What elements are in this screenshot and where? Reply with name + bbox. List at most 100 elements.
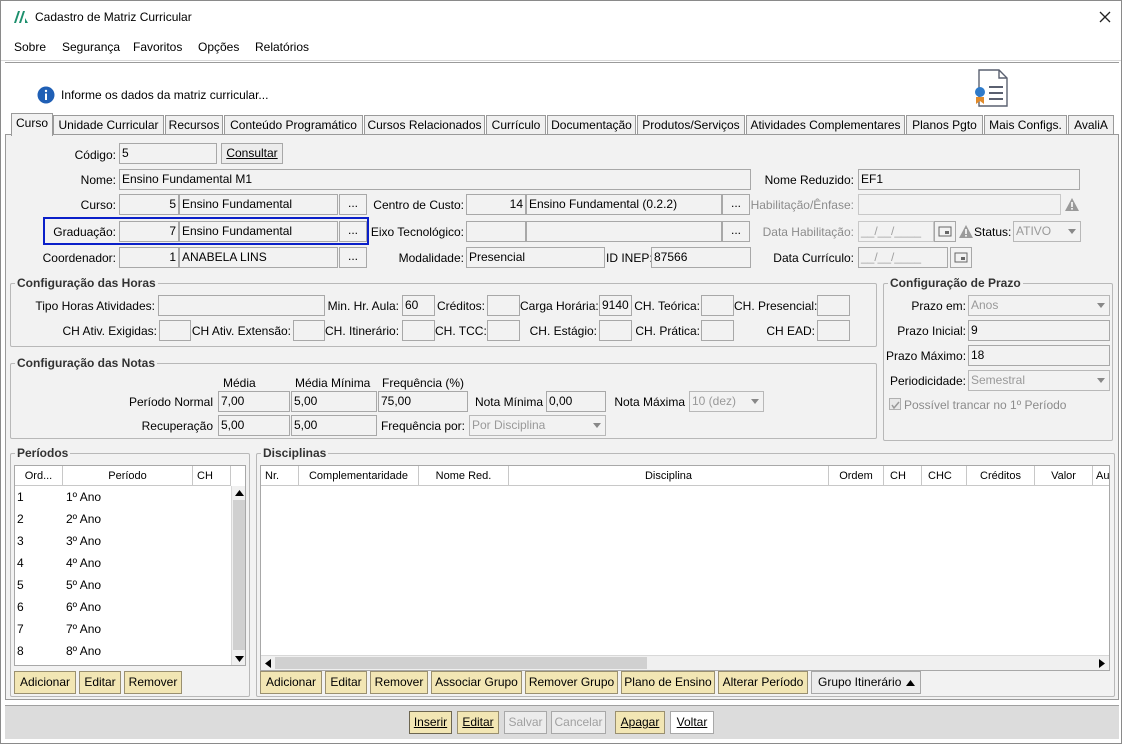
disciplinas-header-creditos[interactable]: Créditos bbox=[967, 466, 1035, 486]
disciplinas-adicionar-button[interactable]: Adicionar bbox=[260, 671, 322, 694]
scroll-right-icon[interactable] bbox=[1099, 659, 1105, 668]
prazo-em-select[interactable]: Anos bbox=[968, 295, 1110, 316]
periodos-header-periodo[interactable]: Período bbox=[63, 466, 193, 486]
plano-de-ensino-button[interactable]: Plano de Ensino bbox=[621, 671, 715, 694]
coordenador-lookup-button[interactable]: ... bbox=[339, 247, 367, 268]
menu-favoritos[interactable]: Favoritos bbox=[133, 40, 182, 54]
periodos-adicionar-button[interactable]: Adicionar bbox=[14, 671, 76, 694]
disciplinas-header-nome-red[interactable]: Nome Red. bbox=[419, 466, 509, 486]
tab-atividades-complementares[interactable]: Atividades Complementares bbox=[746, 115, 905, 135]
calendar-icon[interactable] bbox=[934, 221, 956, 242]
carga-horaria-field[interactable]: 9140 bbox=[599, 295, 632, 316]
table-row[interactable]: 1 1º Ano bbox=[15, 486, 231, 508]
menu-seguranca[interactable]: Segurança bbox=[62, 40, 120, 54]
periodos-header-ordem[interactable]: Ord... bbox=[15, 466, 63, 486]
ch-estagio-field[interactable] bbox=[599, 320, 632, 341]
remover-grupo-button[interactable]: Remover Grupo bbox=[525, 671, 618, 694]
pn-media-minima-field[interactable]: 5,00 bbox=[291, 391, 377, 412]
tab-planos-pgto[interactable]: Planos Pgto bbox=[906, 115, 983, 135]
prazo-inicial-field[interactable]: 9 bbox=[968, 320, 1110, 341]
rec-media-field[interactable]: 5,00 bbox=[218, 415, 290, 436]
disciplinas-scroll-thumb[interactable] bbox=[275, 657, 647, 669]
rec-media-minima-field[interactable]: 5,00 bbox=[291, 415, 377, 436]
tab-conteudo-programatico[interactable]: Conteúdo Programático bbox=[224, 115, 363, 135]
pn-media-field[interactable]: 7,00 bbox=[218, 391, 290, 412]
tab-curso[interactable]: Curso bbox=[11, 113, 53, 136]
disciplinas-editar-button[interactable]: Editar bbox=[325, 671, 367, 694]
creditos-field[interactable] bbox=[487, 295, 520, 316]
ch-ativ-exigidas-field[interactable] bbox=[159, 320, 191, 341]
scroll-down-icon[interactable] bbox=[235, 656, 244, 662]
codigo-field[interactable]: 5 bbox=[119, 143, 217, 164]
graduacao-id-field[interactable]: 7 bbox=[119, 221, 179, 242]
habilitacao-field[interactable] bbox=[858, 194, 1061, 215]
trancar-checkbox[interactable] bbox=[889, 398, 901, 410]
tab-curriculo[interactable]: Currículo bbox=[486, 115, 546, 135]
periodicidade-select[interactable]: Semestral bbox=[968, 370, 1110, 391]
prazo-maximo-field[interactable]: 18 bbox=[968, 345, 1110, 366]
table-row[interactable]: 5 5º Ano bbox=[15, 574, 231, 596]
disciplinas-hscrollbar[interactable] bbox=[261, 655, 1109, 670]
tab-recursos[interactable]: Recursos bbox=[165, 115, 223, 135]
cancelar-button[interactable]: Cancelar bbox=[551, 711, 606, 734]
consultar-button[interactable]: Consultar bbox=[221, 143, 283, 164]
tab-avalia[interactable]: AvaliA bbox=[1068, 115, 1114, 135]
close-icon[interactable] bbox=[1099, 11, 1111, 23]
inep-field[interactable]: 87566 bbox=[651, 247, 751, 268]
tab-produtos-servicos[interactable]: Produtos/Serviços bbox=[637, 115, 745, 135]
nome-reduzido-field[interactable]: EF1 bbox=[858, 169, 1080, 190]
frequencia-por-select[interactable]: Por Disciplina bbox=[469, 415, 606, 436]
scroll-up-icon[interactable] bbox=[235, 490, 244, 496]
calendar-icon[interactable] bbox=[950, 247, 972, 268]
ch-presencial-field[interactable] bbox=[817, 295, 850, 316]
data-habilitacao-field[interactable]: __/__/____ bbox=[858, 221, 934, 242]
alterar-periodo-button[interactable]: Alterar Período bbox=[718, 671, 808, 694]
grupo-itinerario-button[interactable]: Grupo Itinerário bbox=[811, 671, 921, 694]
table-row[interactable]: 7 7º Ano bbox=[15, 618, 231, 640]
disciplinas-header-ch[interactable]: CH bbox=[884, 466, 922, 486]
ch-itinerario-field[interactable] bbox=[402, 320, 435, 341]
graduacao-lookup-button[interactable]: ... bbox=[339, 221, 367, 242]
disciplinas-header-chc[interactable]: CHC bbox=[922, 466, 967, 486]
nota-minima-field[interactable]: 0,00 bbox=[546, 391, 606, 412]
table-row[interactable]: 4 4º Ano bbox=[15, 552, 231, 574]
nome-field[interactable]: Ensino Fundamental M1 bbox=[119, 169, 751, 190]
curso-id-field[interactable]: 5 bbox=[119, 194, 179, 215]
menu-opcoes[interactable]: Opções bbox=[198, 40, 239, 54]
ch-ead-field[interactable] bbox=[817, 320, 850, 341]
salvar-button[interactable]: Salvar bbox=[504, 711, 547, 734]
editar-button[interactable]: Editar bbox=[457, 711, 499, 734]
curso-lookup-button[interactable]: ... bbox=[339, 194, 367, 215]
disciplinas-header-valor[interactable]: Valor bbox=[1035, 466, 1093, 486]
table-row[interactable]: 8 8º Ano bbox=[15, 640, 231, 662]
menu-sobre[interactable]: Sobre bbox=[14, 40, 46, 54]
disciplinas-header-ordem[interactable]: Ordem bbox=[829, 466, 884, 486]
periodos-editar-button[interactable]: Editar bbox=[79, 671, 121, 694]
disciplinas-header-au[interactable]: Au bbox=[1093, 466, 1109, 486]
modalidade-field[interactable]: Presencial bbox=[466, 247, 605, 268]
periodos-scrollbar[interactable] bbox=[231, 486, 245, 665]
pn-frequencia-field[interactable]: 75,00 bbox=[378, 391, 468, 412]
nota-maxima-select[interactable]: 10 (dez) bbox=[689, 391, 764, 412]
apagar-button[interactable]: Apagar bbox=[615, 711, 665, 734]
eixo-id-field[interactable] bbox=[466, 221, 526, 242]
data-curriculo-field[interactable]: __/__/____ bbox=[858, 247, 948, 268]
periodos-header-ch[interactable]: CH bbox=[193, 466, 231, 486]
disciplinas-header-nr[interactable]: Nr. bbox=[261, 466, 299, 486]
ch-ativ-extensao-field[interactable] bbox=[293, 320, 325, 341]
table-row[interactable]: 2 2º Ano bbox=[15, 508, 231, 530]
centro-custo-id-field[interactable]: 14 bbox=[466, 194, 526, 215]
disciplinas-remover-button[interactable]: Remover bbox=[370, 671, 428, 694]
coordenador-id-field[interactable]: 1 bbox=[119, 247, 179, 268]
tab-mais-configs[interactable]: Mais Configs. bbox=[984, 115, 1067, 135]
ch-pratica-field[interactable] bbox=[701, 320, 734, 341]
tab-unidade-curricular[interactable]: Unidade Curricular bbox=[53, 115, 164, 135]
scroll-left-icon[interactable] bbox=[265, 659, 271, 668]
table-row[interactable]: 3 3º Ano bbox=[15, 530, 231, 552]
ch-tcc-field[interactable] bbox=[487, 320, 520, 341]
status-select[interactable]: ATIVO bbox=[1013, 221, 1081, 242]
tab-documentacao[interactable]: Documentação bbox=[547, 115, 636, 135]
ch-teorica-field[interactable] bbox=[701, 295, 734, 316]
disciplinas-header-complementaridade[interactable]: Complementaridade bbox=[299, 466, 419, 486]
table-row[interactable]: 6 6º Ano bbox=[15, 596, 231, 618]
